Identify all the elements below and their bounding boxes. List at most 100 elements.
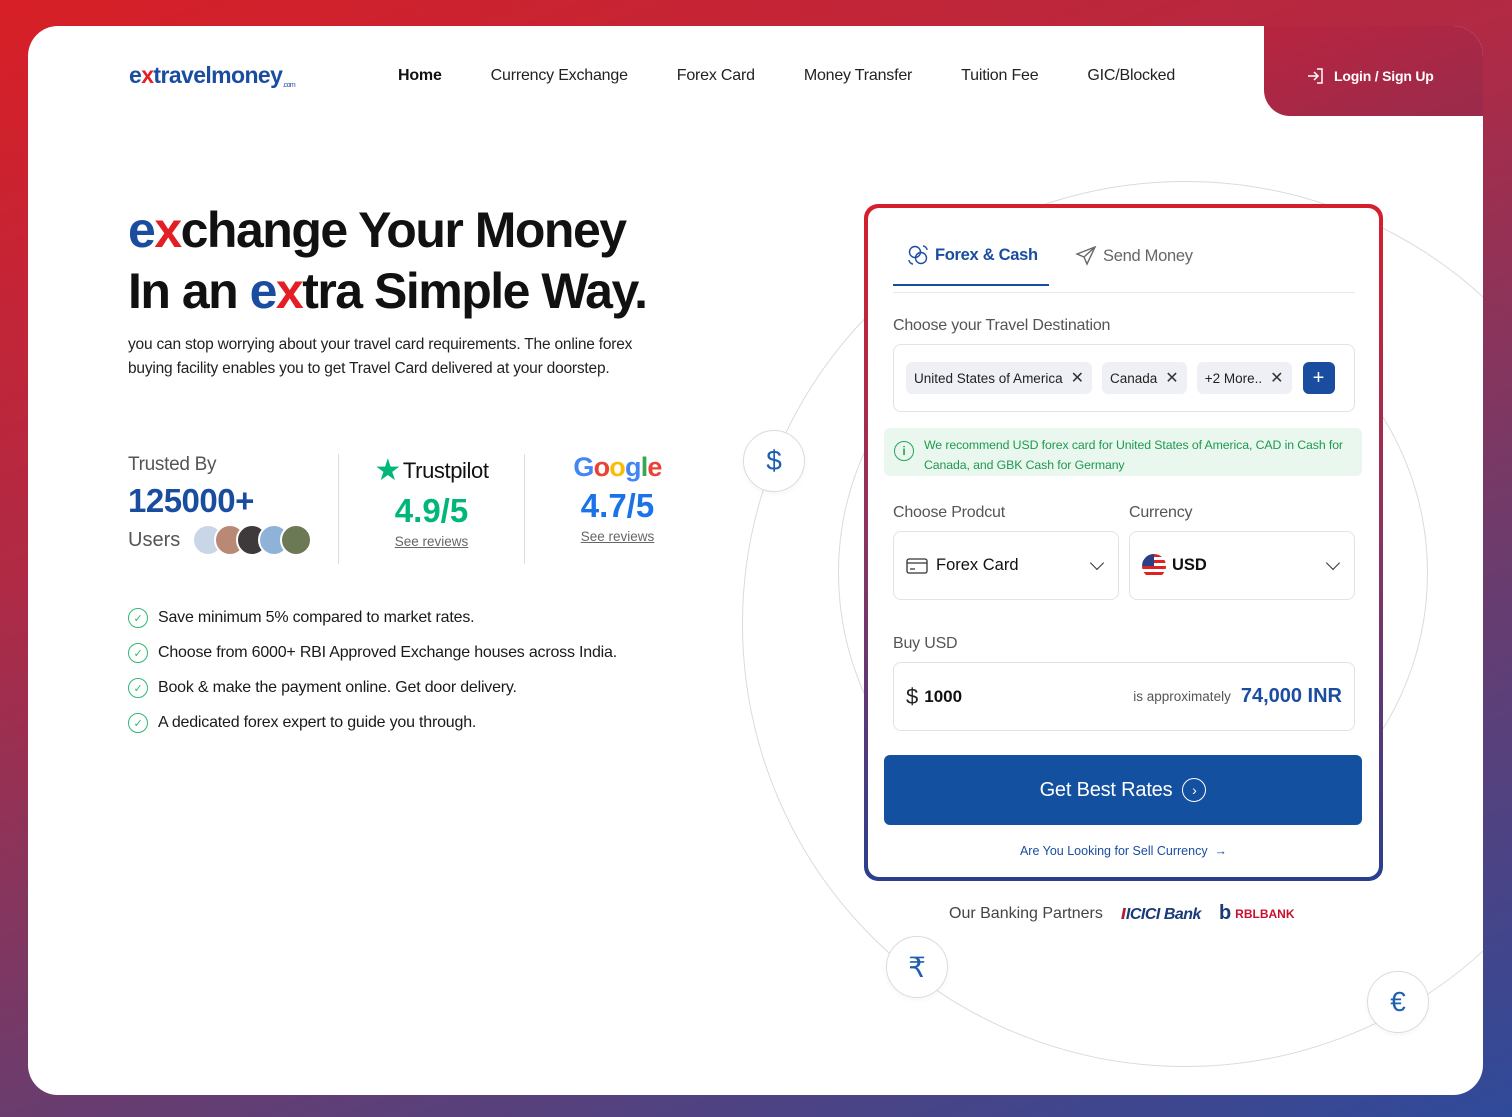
coin-symbol: $	[766, 445, 782, 476]
nav-home[interactable]: Home	[398, 67, 442, 85]
amount-value[interactable]: 1000	[924, 687, 1133, 707]
hero-e1: e	[128, 202, 156, 258]
exchange-card-body: Forex & Cash Send Money Choose your Trav…	[868, 208, 1379, 877]
buy-label: Buy USD	[893, 635, 958, 652]
remove-chip-icon[interactable]: ✕	[1071, 368, 1084, 388]
cta-label: Get Best Rates	[1039, 778, 1173, 801]
feature-text: Save minimum 5% compared to market rates…	[158, 609, 475, 626]
google-see-reviews-link[interactable]: See reviews	[581, 529, 655, 544]
logo-e: e	[129, 62, 142, 88]
currency-label: Currency	[1129, 504, 1193, 521]
stats-row: Trusted By 125000+ Users ★ Trustpilot 4.…	[128, 452, 710, 564]
sell-link-label: Are You Looking for Sell Currency	[1019, 844, 1208, 858]
icici-text: ICICI Bank	[1125, 906, 1202, 923]
rbl-logo: b RBLBANK	[1219, 902, 1295, 925]
chevron-right-icon: ›	[1182, 778, 1207, 802]
destination-input[interactable]: United States of America ✕ Canada ✕ +2 Mor…	[893, 344, 1355, 412]
google-logo: Google	[573, 452, 662, 482]
sell-currency-link[interactable]: Are You Looking for Sell Currency →	[868, 844, 1379, 858]
us-flag-icon	[1142, 553, 1166, 578]
chevron-down-icon	[1089, 555, 1105, 570]
nav-currency-exchange[interactable]: Currency Exchange	[491, 67, 628, 85]
destination-label: Choose your Travel Destination	[893, 317, 1111, 334]
check-icon: ✓	[128, 713, 148, 733]
users-count: 125000+	[128, 482, 254, 519]
feature-item: ✓ Book & make the payment online. Get doo…	[128, 678, 617, 698]
euro-coin-icon: €	[1367, 971, 1429, 1033]
feature-text: Book & make the payment online. Get door…	[158, 679, 517, 696]
login-button[interactable]: Login / Sign Up	[1306, 66, 1434, 86]
destination-chip-more[interactable]: +2 More.. ✕	[1196, 362, 1292, 394]
hero-e2: e	[249, 263, 278, 319]
avatar	[280, 524, 313, 556]
feature-text: A dedicated forex expert to guide you th…	[158, 714, 477, 731]
partners-label: Our Banking Partners	[949, 904, 1103, 922]
trustpilot-label: Trustpilot	[402, 458, 489, 483]
rbl-mark-icon: b	[1218, 902, 1232, 924]
currency-select[interactable]: USD	[1129, 531, 1355, 600]
feature-item: ✓ Choose from 6000+ RBI Approved Exchange…	[128, 643, 617, 663]
nav-tuition-fee[interactable]: Tuition Fee	[961, 67, 1038, 85]
tab-send-money-label: Send Money	[1103, 246, 1193, 265]
hero-line2: tra Simple Way.	[302, 263, 648, 319]
users-label: Users	[128, 528, 181, 551]
hero-title: exchange Your Money In an extra Simple W…	[128, 200, 648, 322]
chip-label: United States of America	[914, 370, 1063, 386]
get-best-rates-button[interactable]: Get Best Rates ›	[884, 755, 1362, 825]
check-icon: ✓	[128, 608, 148, 628]
chip-label: +2 More..	[1204, 370, 1263, 386]
arrow-right-icon: →	[1211, 844, 1228, 858]
login-label: Login / Sign Up	[1334, 68, 1434, 84]
stat-google: Google 4.7/5 See reviews	[525, 452, 710, 564]
nav-forex-card[interactable]: Forex Card	[677, 67, 755, 85]
info-icon: i	[894, 441, 914, 461]
stat-users: Trusted By 125000+ Users	[128, 454, 338, 564]
product-select[interactable]: Forex Card	[893, 531, 1119, 600]
product-label: Choose Prodcut	[893, 504, 1005, 521]
chevron-down-icon	[1325, 555, 1341, 570]
tab-forex-cash[interactable]: Forex & Cash	[893, 244, 1049, 286]
icici-logo: ıICICI Bank	[1121, 902, 1202, 925]
send-icon	[1075, 245, 1097, 266]
exchange-icon	[908, 245, 928, 265]
hero-x1: x	[154, 202, 182, 258]
coin-symbol: ₹	[908, 951, 926, 983]
currency-value: USD	[1172, 556, 1207, 574]
rupee-coin-icon: ₹	[886, 936, 948, 998]
chip-label: Canada	[1109, 370, 1158, 386]
destination-chip: United States of America ✕	[906, 362, 1092, 394]
user-avatars	[192, 524, 313, 556]
exchange-card: Forex & Cash Send Money Choose your Trav…	[864, 204, 1383, 881]
card-icon	[906, 557, 928, 574]
trustpilot-see-reviews-link[interactable]: See reviews	[395, 534, 469, 549]
card-tabs: Forex & Cash Send Money	[893, 244, 1338, 286]
remove-chip-icon[interactable]: ✕	[1270, 368, 1283, 388]
main-nav: Home Currency Exchange Forex Card Money …	[398, 67, 1224, 85]
tab-divider	[893, 292, 1355, 293]
recommendation-banner: i We recommend USD forex card for United…	[884, 428, 1362, 476]
feature-text: Choose from 6000+ RBI Approved Exchange …	[158, 644, 617, 661]
inr-value: 74,000 INR	[1240, 685, 1342, 707]
nav-gic-blocked[interactable]: GIC/Blocked	[1087, 67, 1175, 85]
add-destination-button[interactable]: +	[1302, 362, 1335, 394]
page-frame: Login / Sign Up extravelmoney.com Home C…	[28, 26, 1483, 1095]
hero-description: you can stop worrying about your travel …	[128, 336, 633, 377]
hero-line1: change Your Money	[180, 202, 627, 258]
feature-item: ✓ A dedicated forex expert to guide you t…	[128, 713, 617, 733]
nav-money-transfer[interactable]: Money Transfer	[804, 67, 913, 85]
hero-line2-pre: In an	[128, 263, 250, 319]
remove-chip-icon[interactable]: ✕	[1165, 368, 1178, 388]
logo-x: x	[141, 62, 154, 88]
destination-chip: Canada ✕	[1101, 362, 1187, 394]
check-icon: ✓	[128, 678, 148, 698]
hero-x2: x	[275, 263, 304, 319]
logo-text: travelmoney	[153, 62, 283, 88]
tab-send-money[interactable]: Send Money	[1075, 244, 1193, 286]
amount-field[interactable]: $ 1000 is approximately 74,000 INR	[893, 662, 1355, 731]
rbl-text: RBLBANK	[1235, 906, 1295, 921]
stat-trustpilot: ★ Trustpilot 4.9/5 See reviews	[339, 454, 524, 564]
dollar-coin-icon: $	[743, 430, 805, 492]
dollar-icon: $	[906, 683, 919, 709]
logo[interactable]: extravelmoney.com	[129, 62, 296, 89]
tab-forex-cash-label: Forex & Cash	[935, 245, 1038, 264]
